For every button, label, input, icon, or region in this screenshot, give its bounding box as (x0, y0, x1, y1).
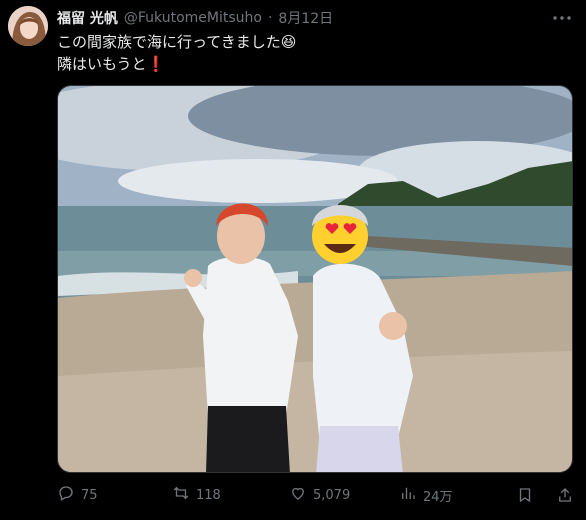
views-button[interactable]: 24万 (399, 484, 514, 506)
tweet-header: 福留 光帆 @FukutomeMitsuho · 8月12日 (57, 8, 546, 28)
author-handle[interactable]: @FukutomeMitsuho (124, 10, 262, 26)
reply-count: 75 (81, 487, 98, 503)
tweet-text-line: この間家族で海に行ってきました😆 (57, 33, 297, 51)
share-icon[interactable] (556, 486, 574, 504)
author-name[interactable]: 福留 光帆 (57, 8, 118, 28)
avatar[interactable] (8, 6, 48, 46)
tweet-actions: 75 118 5,079 24万 (57, 484, 574, 506)
retweet-count: 118 (196, 487, 221, 503)
reply-button[interactable]: 75 (57, 484, 172, 506)
tweet-text-line: 隣はいもうと❗ (57, 55, 166, 73)
tweet-text: この間家族で海に行ってきました😆 隣はいもうと❗ (57, 31, 566, 75)
like-button[interactable]: 5,079 (289, 484, 399, 506)
tweet-photo[interactable] (57, 85, 573, 473)
views-icon (399, 484, 417, 506)
like-count: 5,079 (313, 487, 351, 503)
like-icon (289, 484, 307, 506)
bookmark-icon[interactable] (516, 486, 534, 504)
reply-icon (57, 484, 75, 506)
retweet-icon (172, 484, 190, 506)
separator-dot: · (267, 10, 273, 26)
tweet-date[interactable]: 8月12日 (278, 8, 333, 28)
views-count: 24万 (423, 489, 453, 505)
retweet-button[interactable]: 118 (172, 484, 289, 506)
more-icon[interactable] (550, 8, 574, 28)
